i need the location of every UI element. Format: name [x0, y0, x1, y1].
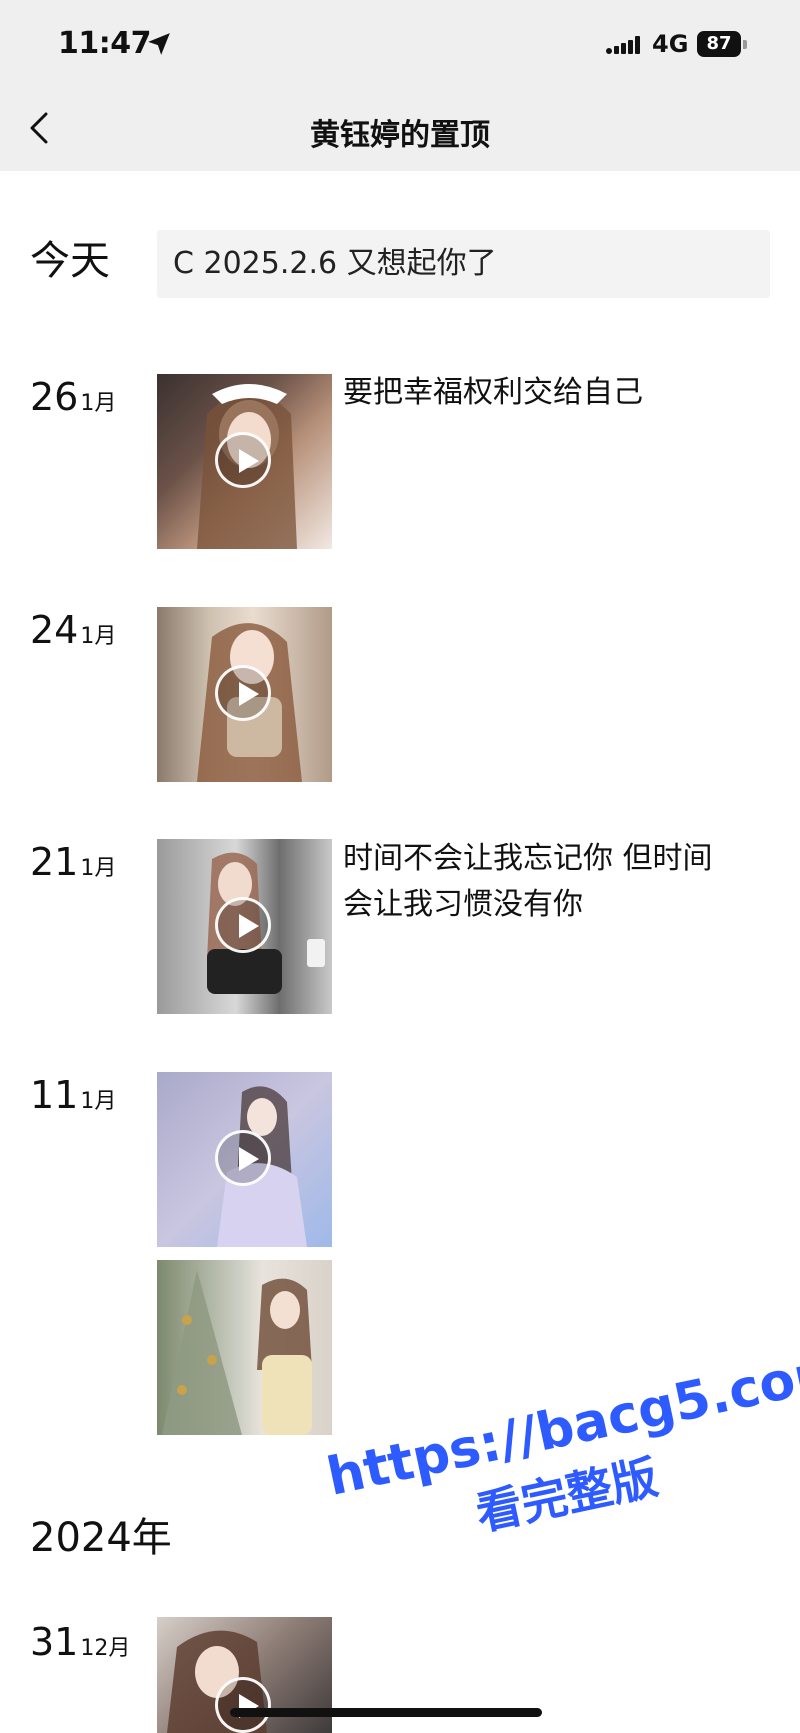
play-icon: [215, 897, 271, 953]
post-date: 111月: [30, 1073, 116, 1117]
post-day: 26: [30, 375, 79, 419]
post-day: 24: [30, 608, 79, 652]
post-day: 21: [30, 840, 79, 884]
post-caption: 要把幸福权利交给自己: [343, 375, 643, 410]
today-label: 今天: [30, 238, 110, 284]
post-month: 1月: [80, 1089, 117, 1114]
status-time: 11:47: [58, 26, 152, 61]
year-header: 2024年: [30, 1515, 172, 1561]
post-date: 211月: [30, 840, 116, 884]
caption-line: 时间不会让我忘记你 但时间: [343, 841, 713, 876]
video-thumbnail[interactable]: [157, 374, 332, 549]
post-date: 241月: [30, 608, 116, 652]
play-icon: [215, 1130, 271, 1186]
post-date: 3112月: [30, 1620, 130, 1664]
post-month: 1月: [80, 624, 117, 649]
watermark: https://bacg5.com 看完整版: [322, 1339, 800, 1573]
photo-thumbnail[interactable]: [157, 1260, 332, 1435]
post-month: 1月: [80, 856, 117, 881]
signal-icon: [606, 36, 640, 54]
caption-line: 会让我习惯没有你: [343, 887, 583, 922]
post-day: 11: [30, 1073, 79, 1117]
post-day: 31: [30, 1620, 79, 1664]
battery-icon: 87: [697, 31, 747, 57]
video-thumbnail[interactable]: [157, 1072, 332, 1247]
play-icon: [215, 665, 271, 721]
post-date: 261月: [30, 375, 116, 419]
network-type: 4G: [652, 30, 689, 58]
play-icon: [215, 1677, 271, 1733]
location-arrow-icon: [148, 33, 170, 55]
video-thumbnail[interactable]: [157, 607, 332, 782]
play-icon: [215, 432, 271, 488]
post-caption: 时间不会让我忘记你 但时间 会让我习惯没有你: [343, 836, 763, 928]
post-month: 12月: [80, 1636, 131, 1661]
top-bar: 11:47 4G 87 黄钰婷的置顶: [0, 0, 800, 171]
battery-level: 87: [697, 31, 741, 57]
home-indicator[interactable]: [230, 1708, 542, 1717]
post-month: 1月: [80, 391, 117, 416]
video-thumbnail[interactable]: [157, 839, 332, 1014]
pinned-text-post[interactable]: C 2025.2.6 又想起你了: [157, 230, 770, 298]
portrait-photo: [162, 1270, 312, 1435]
page-title: 黄钰婷的置顶: [310, 118, 490, 153]
